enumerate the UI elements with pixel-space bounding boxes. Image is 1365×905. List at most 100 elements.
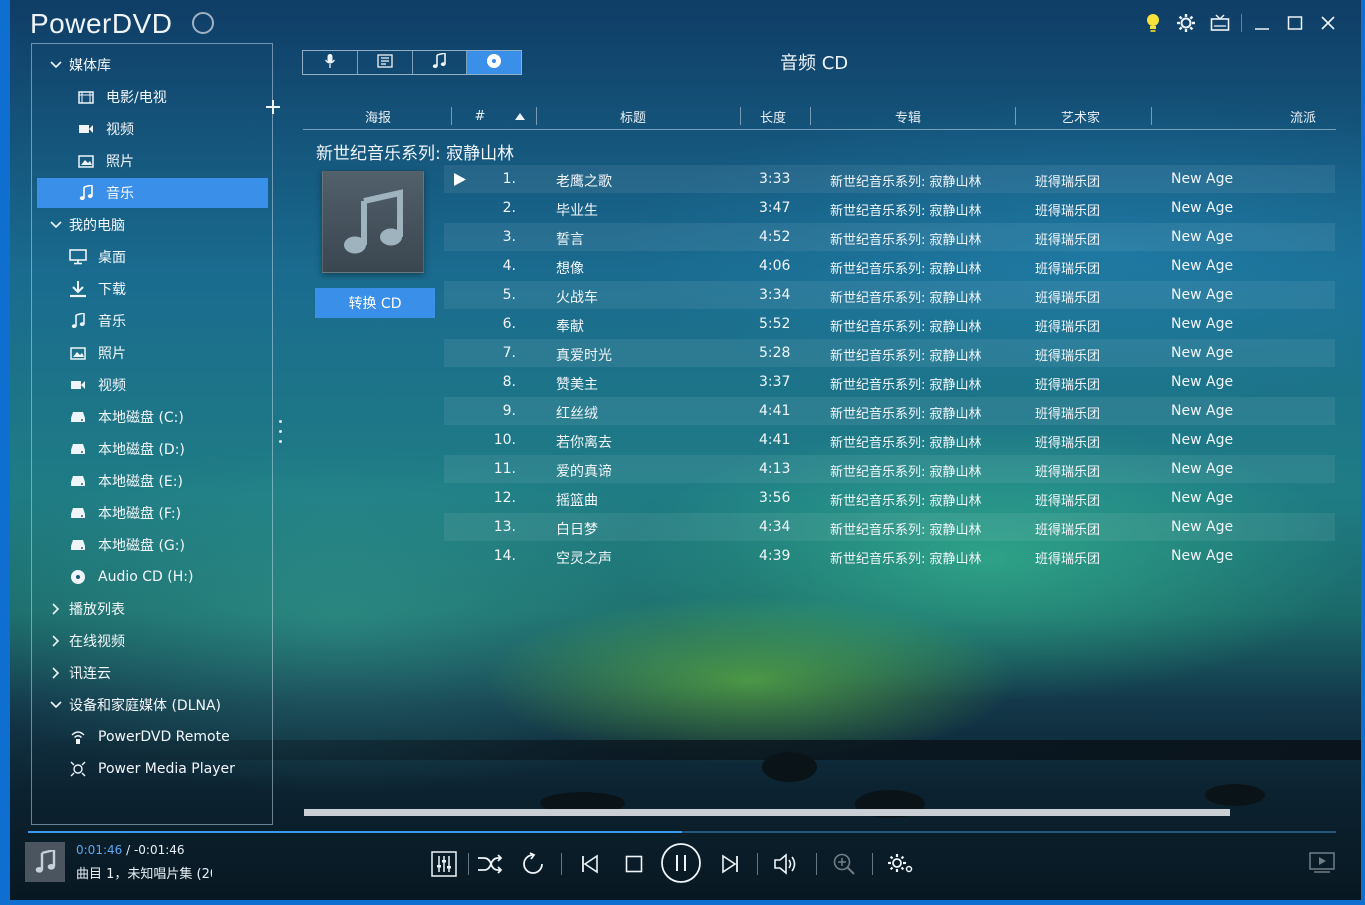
convert-cd-button[interactable]: 转换 CD xyxy=(315,288,435,318)
hard-drive-icon xyxy=(68,441,88,457)
track-title: 若你离去 xyxy=(556,435,612,451)
sidebar-resize-handle[interactable] xyxy=(279,420,283,446)
sidebar-item-powerdvd-remote[interactable]: PowerDVD Remote xyxy=(32,722,272,752)
column-artist[interactable]: 艺术家 xyxy=(1033,106,1128,126)
sidebar-item-audio-cd[interactable]: Audio CD (H:) xyxy=(32,562,272,592)
next-track-icon[interactable] xyxy=(716,850,744,878)
track-row[interactable]: 1. 老鹰之歌 3:33 新世纪音乐系列: 寂静山林 班得瑞乐团 New Age xyxy=(444,165,1335,193)
track-row[interactable]: 11. 爱的真谛 4:13 新世纪音乐系列: 寂静山林 班得瑞乐团 New Age xyxy=(444,455,1335,483)
column-genre[interactable]: 流派 xyxy=(1268,106,1338,126)
track-title: 摇篮曲 xyxy=(556,493,598,509)
sidebar-item-drive-c[interactable]: 本地磁盘 (C:) xyxy=(32,402,272,432)
sidebar-item-computer-videos[interactable]: 视频 xyxy=(32,370,272,400)
sidebar-section-playlists[interactable]: 播放列表 xyxy=(32,594,232,624)
album-cover-placeholder[interactable] xyxy=(322,171,424,273)
settings-gear-icon[interactable] xyxy=(1175,12,1197,34)
video-camera-icon xyxy=(76,121,96,137)
track-genre: New Age xyxy=(1171,403,1234,419)
cd-disc-icon xyxy=(486,53,502,73)
sidebar-item-drive-e[interactable]: 本地磁盘 (E:) xyxy=(32,466,272,496)
track-row[interactable]: 5. 火战车 3:34 新世纪音乐系列: 寂静山林 班得瑞乐团 New Age xyxy=(444,281,1335,309)
sidebar-item-drive-d[interactable]: 本地磁盘 (D:) xyxy=(32,434,272,464)
sidebar-item-drive-f[interactable]: 本地磁盘 (F:) xyxy=(32,498,272,528)
sidebar-item-photos[interactable]: 照片 xyxy=(32,146,272,176)
sidebar-item-label: 下载 xyxy=(98,282,126,298)
track-row[interactable]: 7. 真爱时光 5:28 新世纪音乐系列: 寂静山林 班得瑞乐团 New Age xyxy=(444,339,1335,367)
sidebar-item-drive-g[interactable]: 本地磁盘 (G:) xyxy=(32,530,272,560)
seek-bar[interactable] xyxy=(28,831,1336,833)
stop-icon[interactable] xyxy=(620,850,648,878)
shuffle-icon[interactable] xyxy=(476,850,504,878)
tab-microphone[interactable] xyxy=(303,51,358,74)
track-number: 4. xyxy=(502,258,516,274)
track-row[interactable]: 13. 白日梦 4:34 新世纪音乐系列: 寂静山林 班得瑞乐团 New Age xyxy=(444,513,1335,541)
column-album[interactable]: 专辑 xyxy=(843,106,973,126)
track-number: 14. xyxy=(493,548,516,564)
equalizer-icon[interactable] xyxy=(430,850,458,878)
track-genre: New Age xyxy=(1171,432,1234,448)
tv-mode-icon[interactable] xyxy=(1209,12,1231,34)
sort-ascending-icon[interactable] xyxy=(511,106,529,126)
track-number: 3. xyxy=(502,229,516,245)
tab-music[interactable] xyxy=(413,51,468,74)
sidebar-section-my-computer[interactable]: 我的电脑 xyxy=(32,210,232,240)
column-length[interactable]: 长度 xyxy=(743,106,803,126)
pause-button[interactable] xyxy=(660,842,702,884)
sidebar-item-label: 本地磁盘 (G:) xyxy=(98,538,185,554)
player-settings-icon[interactable] xyxy=(886,850,916,878)
zoom-icon[interactable] xyxy=(830,850,858,878)
notification-bell-icon[interactable] xyxy=(192,12,214,34)
sidebar-section-label: 媒体库 xyxy=(69,58,111,74)
sidebar-item-movies-tv[interactable]: 电影/电视 xyxy=(32,82,272,112)
sidebar-item-downloads[interactable]: 下载 xyxy=(32,274,272,304)
track-row[interactable]: 4. 想像 4:06 新世纪音乐系列: 寂静山林 班得瑞乐团 New Age xyxy=(444,252,1335,280)
volume-icon[interactable] xyxy=(772,850,800,878)
column-poster[interactable]: 海报 xyxy=(343,106,413,126)
sidebar-item-computer-music[interactable]: 音乐 xyxy=(32,306,272,336)
track-genre: New Age xyxy=(1171,171,1234,187)
controls-divider xyxy=(816,853,817,875)
tab-playlist[interactable] xyxy=(358,51,413,74)
music-note-icon xyxy=(68,313,88,329)
track-row[interactable]: 8. 赞美主 3:37 新世纪音乐系列: 寂静山林 班得瑞乐团 New Age xyxy=(444,368,1335,396)
sidebar-section-online-video[interactable]: 在线视频 xyxy=(32,626,232,656)
sidebar-section-dlna[interactable]: 设备和家庭媒体 (DLNA) xyxy=(32,690,262,720)
previous-track-icon[interactable] xyxy=(576,850,604,878)
track-row[interactable]: 9. 红丝绒 4:41 新世纪音乐系列: 寂静山林 班得瑞乐团 New Age xyxy=(444,397,1335,425)
column-title[interactable]: 标题 xyxy=(583,106,683,126)
sidebar-item-label: 本地磁盘 (F:) xyxy=(98,506,182,522)
track-row[interactable]: 14. 空灵之声 4:39 新世纪音乐系列: 寂静山林 班得瑞乐团 New Age xyxy=(444,542,1335,570)
track-number: 6. xyxy=(502,316,516,332)
tab-audio-cd[interactable] xyxy=(467,51,521,74)
track-row[interactable]: 2. 毕业生 3:47 新世纪音乐系列: 寂静山林 班得瑞乐团 New Age xyxy=(444,194,1335,222)
horizontal-scrollbar[interactable] xyxy=(304,809,1230,816)
track-row[interactable]: 6. 奉献 5:52 新世纪音乐系列: 寂静山林 班得瑞乐团 New Age xyxy=(444,310,1335,338)
track-artist: 班得瑞乐团 xyxy=(1035,175,1101,190)
tips-lightbulb-icon[interactable] xyxy=(1142,12,1164,34)
now-playing-indicator-icon[interactable] xyxy=(454,173,466,190)
track-row[interactable]: 10. 若你离去 4:41 新世纪音乐系列: 寂静山林 班得瑞乐团 New Age xyxy=(444,426,1335,454)
close-icon[interactable] xyxy=(1317,12,1339,34)
sidebar-item-power-media-player[interactable]: Power Media Player xyxy=(32,754,272,784)
track-row[interactable]: 12. 摇篮曲 3:56 新世纪音乐系列: 寂静山林 班得瑞乐团 New Age xyxy=(444,484,1335,512)
sidebar-item-desktop[interactable]: 桌面 xyxy=(32,242,272,272)
wifi-remote-icon xyxy=(68,729,88,745)
sidebar-section-cloud[interactable]: 讯连云 xyxy=(32,658,232,688)
track-length: 3:33 xyxy=(759,171,791,187)
chevron-down-icon xyxy=(49,58,63,72)
sidebar: 媒体库 电影/电视 视频 照片 音乐 我的电脑 桌面 下载 音乐 照片 视频 本… xyxy=(31,43,280,825)
sidebar-item-videos[interactable]: 视频 xyxy=(32,114,272,144)
hard-drive-icon xyxy=(68,409,88,425)
sidebar-item-computer-photos[interactable]: 照片 xyxy=(32,338,272,368)
now-playing-thumbnail[interactable] xyxy=(25,842,65,882)
column-divider xyxy=(1151,107,1152,125)
sidebar-item-music[interactable]: 音乐 xyxy=(37,178,268,208)
mini-player-icon[interactable] xyxy=(1308,850,1336,876)
maximize-icon[interactable] xyxy=(1284,12,1306,34)
column-number[interactable]: # xyxy=(465,106,495,126)
sidebar-item-label: 音乐 xyxy=(98,314,126,330)
track-row[interactable]: 3. 誓言 4:52 新世纪音乐系列: 寂静山林 班得瑞乐团 New Age xyxy=(444,223,1335,251)
sidebar-section-media-library[interactable]: 媒体库 xyxy=(32,50,232,80)
repeat-icon[interactable] xyxy=(519,850,547,878)
minimize-icon[interactable] xyxy=(1251,12,1273,34)
